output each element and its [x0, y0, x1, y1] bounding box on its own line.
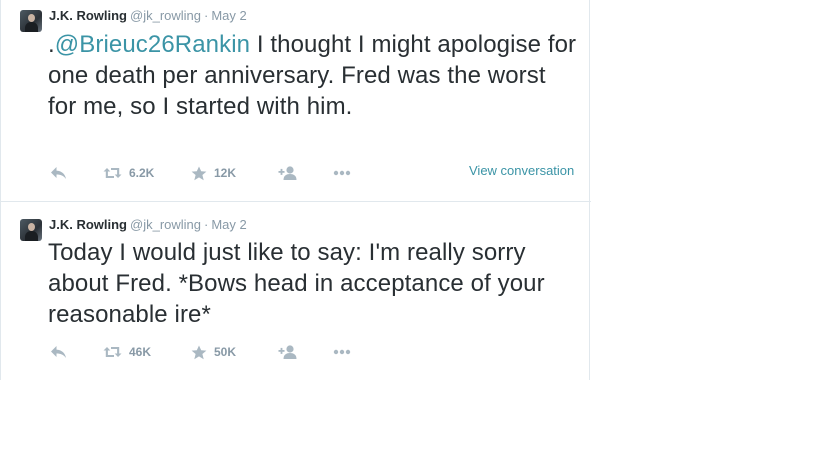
- author-name[interactable]: J.K. Rowling: [49, 8, 127, 23]
- tweet-timeline: J.K. Rowling @jk_rowling · May 2 .@Brieuc26…: [0, 0, 591, 380]
- tweet-text-prefix: .: [48, 31, 55, 58]
- favorite-button[interactable]: 12K: [191, 164, 236, 182]
- favorite-count: 50K: [214, 345, 237, 359]
- retweet-icon: [103, 347, 122, 357]
- follow-button[interactable]: [278, 164, 298, 182]
- follow-icon: [278, 166, 297, 180]
- tweet-header: J.K. Rowling @jk_rowling · May 2: [49, 8, 247, 24]
- avatar[interactable]: [20, 219, 42, 241]
- more-icon: [333, 349, 351, 355]
- tweet-timestamp[interactable]: May 2: [211, 217, 246, 232]
- tweet[interactable]: J.K. Rowling @jk_rowling · May 2 .@Brieuc26…: [1, 0, 591, 202]
- tweet-text: Today I would just like to say: I'm real…: [48, 239, 545, 328]
- more-button[interactable]: [333, 343, 351, 361]
- more-button[interactable]: [333, 164, 351, 182]
- star-icon: [191, 166, 207, 180]
- star-icon: [191, 345, 207, 359]
- tweet-text: .@Brieuc26Rankin I thought I might apolo…: [48, 29, 578, 122]
- more-icon: [333, 170, 351, 176]
- tweet-timestamp[interactable]: May 2: [211, 8, 246, 23]
- mention-link[interactable]: @Brieuc26Rankin: [55, 31, 250, 58]
- tweet-header: J.K. Rowling @jk_rowling · May 2: [49, 217, 247, 233]
- reply-icon: [51, 167, 66, 179]
- avatar[interactable]: [20, 10, 42, 32]
- follow-button[interactable]: [278, 343, 298, 361]
- retweet-count: 46K: [129, 345, 152, 359]
- follow-icon: [278, 345, 297, 359]
- favorite-button[interactable]: 50K: [191, 343, 236, 361]
- reply-button[interactable]: [50, 343, 67, 361]
- retweet-count: 6.2K: [129, 166, 155, 180]
- reply-button[interactable]: [50, 164, 67, 182]
- retweet-icon: [103, 168, 122, 178]
- retweet-button[interactable]: 6.2K: [103, 164, 154, 182]
- header-separator: ·: [204, 8, 209, 23]
- header-separator: ·: [204, 217, 209, 232]
- author-name[interactable]: J.K. Rowling: [49, 217, 127, 232]
- view-conversation-link[interactable]: View conversation: [469, 163, 574, 178]
- author-username[interactable]: @jk_rowling: [130, 8, 201, 23]
- retweet-button[interactable]: 46K: [103, 343, 151, 361]
- tweet[interactable]: J.K. Rowling @jk_rowling · May 2 Today I wo…: [1, 202, 591, 380]
- author-username[interactable]: @jk_rowling: [130, 217, 201, 232]
- favorite-count: 12K: [214, 166, 237, 180]
- reply-icon: [51, 346, 66, 358]
